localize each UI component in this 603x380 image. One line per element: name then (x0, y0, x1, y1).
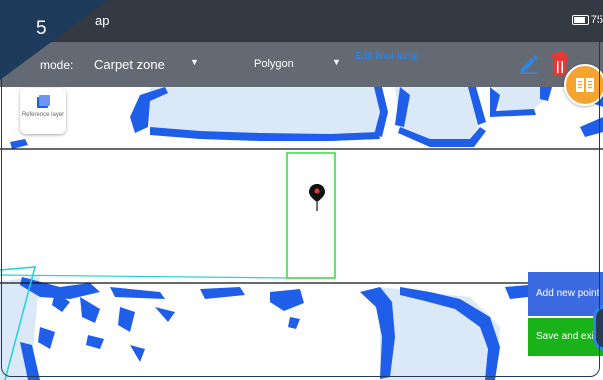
step-corner-badge (0, 0, 108, 80)
carpet-areas (0, 87, 548, 380)
pencil-icon[interactable] (518, 52, 540, 74)
zone-rectangle[interactable] (286, 152, 336, 279)
layers-icon (37, 95, 50, 108)
save-and-exit-button[interactable]: Save and exit (528, 318, 603, 356)
floating-action-button[interactable] (593, 305, 603, 351)
screenshot-frame: ap 75 mode: Carpet zone ▼ Polygon ▼ Edit… (0, 0, 603, 380)
map-pin-icon[interactable] (309, 184, 325, 211)
book-icon (576, 78, 594, 92)
battery-icon (571, 15, 589, 25)
chevron-down-icon[interactable]: ▼ (332, 57, 341, 67)
map-canvas[interactable] (0, 87, 603, 380)
reference-layer-button[interactable]: Reference layer (20, 88, 66, 134)
add-new-point-button[interactable]: Add new point (528, 272, 603, 316)
chevron-down-icon[interactable]: ▼ (190, 57, 199, 67)
edit-object-link[interactable]: Edit floor lamp (355, 51, 419, 63)
step-number: 5 (36, 18, 47, 39)
shape-dropdown[interactable]: Polygon (254, 58, 294, 70)
guide-badge[interactable] (564, 64, 603, 106)
battery-indicator: 75 (571, 14, 603, 26)
polygon-outline (0, 274, 291, 279)
reference-layer-label: Reference layer (21, 112, 65, 118)
battery-level: 75 (590, 14, 603, 26)
